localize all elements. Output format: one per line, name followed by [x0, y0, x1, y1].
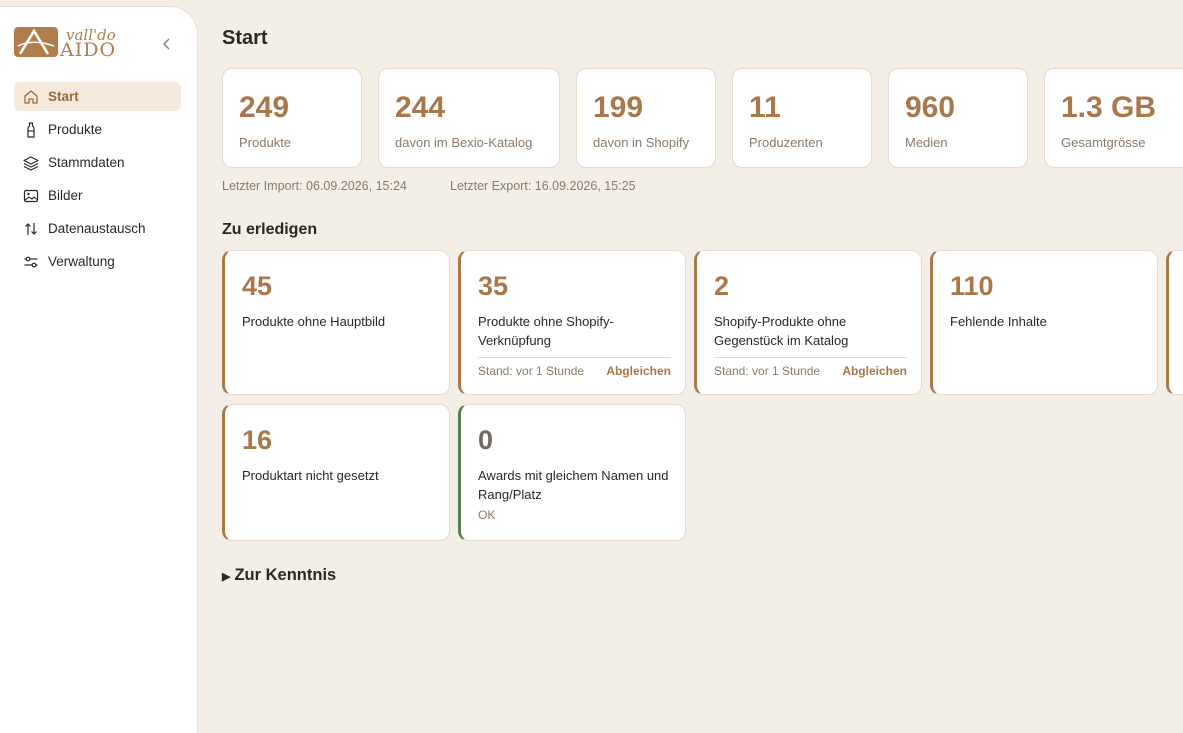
todo-timestamp: Stand: vor 1 Stunde [478, 364, 585, 378]
todo-timestamp: Stand: vor 1 Stunde [714, 364, 821, 378]
logo-mark [14, 27, 58, 57]
todo-count: 0 [478, 425, 494, 455]
todo-status: OK [478, 508, 496, 522]
last-import-info: Letzter Import: 06.09.2026, 15:24 [222, 179, 407, 193]
todo-label: Fehlende Inhalte [950, 314, 1047, 329]
sidebar-item-label: Bilder [48, 188, 83, 203]
todo-card-partial[interactable] [1166, 250, 1183, 395]
todo-count: 110 [950, 271, 994, 301]
sidebar-nav: Start Produkte Stammdaten Bilder Datenau… [14, 82, 181, 280]
sidebar-item-verwaltung[interactable]: Verwaltung [14, 247, 181, 276]
chevron-left-icon [163, 38, 170, 50]
todo-count: 45 [242, 271, 273, 301]
todo-label: Shopify-Produkte ohne Gegenstück im Kata… [714, 314, 849, 348]
stat-value: 11 [749, 91, 781, 124]
stat-label: Produkte [239, 135, 292, 150]
todo-card-shopify-verknuepfung[interactable]: 35 Produkte ohne Shopify-Verknüpfung Sta… [458, 250, 686, 395]
sidebar-item-start[interactable]: Start [14, 82, 181, 111]
sidebar-item-label: Start [48, 89, 79, 104]
todo-count: 16 [242, 425, 273, 455]
page-title: Start [222, 27, 268, 49]
stat-card-shopify[interactable]: 199 davon in Shopify [576, 68, 716, 168]
sidebar-item-label: Produkte [48, 122, 103, 137]
todo-count: 2 [714, 271, 730, 301]
layers-icon [22, 154, 40, 172]
stat-value: 1.3 GB [1061, 91, 1157, 124]
todo-card-fehlende-inhalte[interactable]: 110 Fehlende Inhalte [930, 250, 1158, 395]
sidebar-item-stammdaten[interactable]: Stammdaten [14, 148, 181, 177]
sidebar-item-label: Stammdaten [48, 155, 125, 170]
abgleichen-button[interactable]: Abgleichen [606, 364, 671, 378]
todo-label: Produkte ohne Hauptbild [242, 314, 386, 329]
bottle-icon [22, 121, 40, 139]
todo-label: Awards mit gleichem Namen und Rang/Platz [478, 468, 669, 502]
sidebar-item-label: Datenaustausch [48, 221, 146, 236]
todo-count: 35 [478, 271, 509, 301]
stat-card-medien[interactable]: 960 Medien [888, 68, 1028, 168]
stat-value: 960 [905, 91, 956, 124]
collapse-sidebar-button[interactable] [158, 35, 176, 53]
todo-card-awards[interactable]: 0 Awards mit gleichem Namen und Rang/Pla… [458, 404, 686, 541]
brand-logo[interactable]: vall'do AIDO [14, 27, 117, 61]
todo-label: Produkte ohne Shopify-Verknüpfung [478, 314, 614, 348]
stat-card-gesamtgroesse[interactable]: 1.3 GB Gesamtgrösse [1044, 68, 1183, 168]
stat-card-produzenten[interactable]: 11 Produzenten [732, 68, 872, 168]
abgleichen-button[interactable]: Abgleichen [842, 364, 907, 378]
last-export-info: Letzter Export: 16.09.2026, 15:25 [450, 179, 636, 193]
stat-value: 199 [593, 91, 644, 124]
zur-kenntnis-label: Zur Kenntnis [234, 566, 337, 584]
stat-card-produkte[interactable]: 249 Produkte [222, 68, 362, 168]
stat-value: 249 [239, 91, 290, 124]
sidebar-item-label: Verwaltung [48, 254, 115, 269]
image-icon [22, 187, 40, 205]
stat-label: davon in Shopify [593, 135, 690, 150]
sidebar: vall'do AIDO Start Produkte Stammdaten B… [0, 6, 198, 733]
sliders-icon [22, 253, 40, 271]
home-icon [22, 88, 40, 106]
brand-line-2: AIDO [60, 38, 117, 61]
todo-card-shopify-ohne-gegenstueck[interactable]: 2 Shopify-Produkte ohne Gegenstück im Ka… [694, 250, 922, 395]
triangle-right-icon: ▶ [222, 571, 231, 583]
stat-label: davon im Bexio-Katalog [395, 135, 533, 150]
stat-label: Gesamtgrösse [1061, 135, 1146, 150]
sidebar-item-bilder[interactable]: Bilder [14, 181, 181, 210]
section-title-zu-erledigen: Zu erledigen [222, 221, 318, 238]
stat-label: Medien [905, 135, 948, 150]
todo-card-produktart[interactable]: 16 Produktart nicht gesetzt [222, 404, 450, 541]
todo-label: Produktart nicht gesetzt [242, 468, 379, 483]
sidebar-item-produkte[interactable]: Produkte [14, 115, 181, 144]
stat-value: 244 [395, 91, 446, 124]
stat-card-bexio[interactable]: 244 davon im Bexio-Katalog [378, 68, 560, 168]
arrows-icon [22, 220, 40, 238]
todo-card-hauptbild[interactable]: 45 Produkte ohne Hauptbild [222, 250, 450, 395]
zur-kenntnis-toggle[interactable]: ▶ Zur Kenntnis [222, 566, 336, 585]
stat-label: Produzenten [749, 135, 823, 150]
sidebar-item-datenaustausch[interactable]: Datenaustausch [14, 214, 181, 243]
